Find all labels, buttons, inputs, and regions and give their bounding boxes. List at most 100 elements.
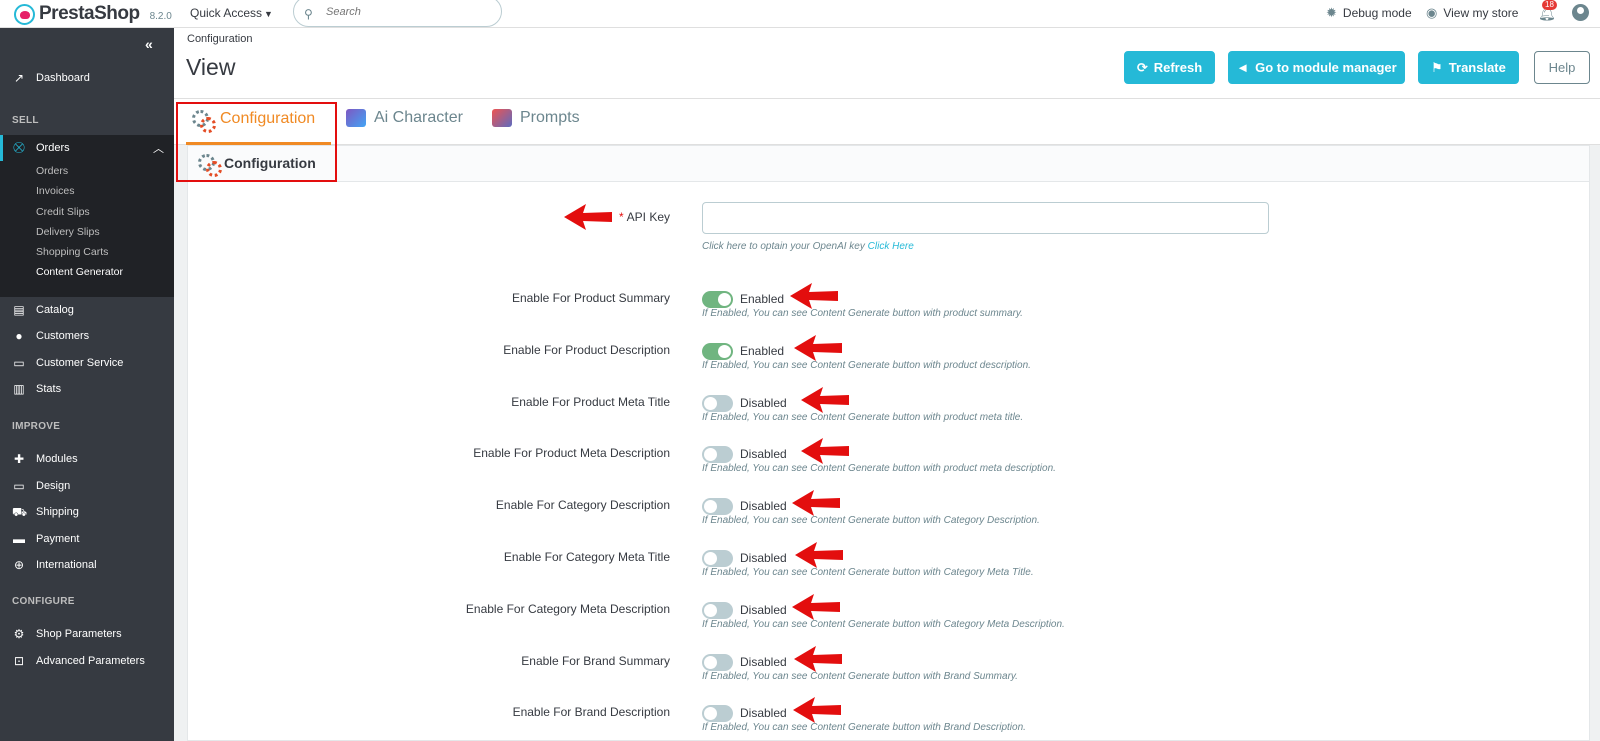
api-key-label-text: API Key: [626, 210, 670, 224]
sidebar-item-stats[interactable]: ▥ Stats: [0, 376, 174, 402]
toggle-switch[interactable]: [702, 601, 733, 619]
field-help-text: If Enabled, You can see Content Generate…: [702, 463, 1056, 475]
toggle-switch[interactable]: [702, 705, 733, 723]
sidebar-item-orders[interactable]: ⛒ Orders ︿: [0, 135, 174, 161]
field-help-text: If Enabled, You can see Content Generate…: [702, 722, 1026, 734]
bug-icon: ✹: [1326, 5, 1337, 20]
prestashop-logo[interactable]: PrestaShop 8.2.0: [14, 3, 172, 25]
api-key-label: * API Key: [619, 210, 670, 224]
toggle-switch[interactable]: [702, 446, 733, 464]
required-marker: *: [618, 210, 624, 224]
toggle-state-label: Disabled: [740, 499, 787, 514]
account-icon[interactable]: [1572, 4, 1589, 21]
sidebar-item-payment[interactable]: ▬ Payment: [0, 526, 174, 552]
tab-configuration[interactable]: Configuration: [192, 109, 315, 133]
sidebar-item-label: Advanced Parameters: [36, 655, 145, 667]
submenu-credit-slips[interactable]: Credit Slips: [36, 206, 90, 218]
sidebar-item-shipping[interactable]: ⛟ Shipping: [0, 499, 174, 525]
sidebar-item-catalog[interactable]: ▤ Catalog: [0, 297, 174, 323]
module-manager-button[interactable]: ◄ Go to module manager: [1228, 51, 1405, 84]
toggle-state-label: Disabled: [740, 706, 787, 721]
toggle-switch[interactable]: [702, 653, 733, 671]
annotation-arrow: [790, 283, 838, 309]
tab-label: Prompts: [520, 109, 580, 126]
search-input[interactable]: [326, 6, 486, 18]
caret-down-icon: ▼: [264, 9, 273, 19]
debug-mode-link[interactable]: ✹ Debug mode: [1326, 5, 1412, 21]
api-key-input[interactable]: [702, 202, 1269, 234]
submenu-content-generator[interactable]: Content Generator: [36, 266, 123, 278]
refresh-button[interactable]: ⟳ Refresh: [1124, 51, 1215, 84]
sidebar-item-label: Customer Service: [36, 357, 124, 369]
annotation-arrow: [795, 542, 843, 568]
collapse-sidebar-icon[interactable]: «: [145, 36, 153, 52]
sidebar-item-design[interactable]: ▭ Design: [0, 473, 174, 499]
quick-access-label: Quick Access: [190, 6, 263, 20]
orders-group: ⛒ Orders ︿ Orders Invoices Credit Slips De…: [0, 135, 174, 297]
sidebar-item-shop-parameters[interactable]: ⚙ Shop Parameters: [0, 621, 174, 647]
sidebar-item-label: Orders: [36, 142, 70, 154]
view-store-link[interactable]: ◉ View my store: [1426, 5, 1518, 21]
sidebar-item-advanced-parameters[interactable]: ⊡ Advanced Parameters: [0, 648, 174, 674]
app-name: PrestaShop: [39, 3, 140, 24]
chevron-up-icon: ︿: [153, 143, 164, 155]
submenu-delivery-slips[interactable]: Delivery Slips: [36, 226, 100, 238]
bar-chart-icon: ▥: [13, 382, 25, 396]
toggle-switch[interactable]: [702, 291, 733, 308]
api-help-text: Click here to optain your OpenAI key: [702, 241, 865, 252]
sidebar-item-label: Payment: [36, 533, 80, 545]
field-label: Enable For Brand Description: [512, 705, 670, 720]
toggle-state-label: Disabled: [740, 447, 787, 462]
annotation-arrow: [801, 387, 849, 413]
submenu-shopping-carts[interactable]: Shopping Carts: [36, 246, 108, 258]
toggle-state-label: Enabled: [740, 343, 785, 358]
search-box[interactable]: ⚲: [293, 0, 502, 27]
field-help-text: If Enabled, You can see Content Generate…: [702, 670, 1018, 682]
annotation-arrow: [794, 335, 842, 361]
submenu-invoices[interactable]: Invoices: [36, 185, 75, 197]
field-label: Enable For Category Meta Title: [503, 550, 670, 564]
app-version: 8.2.0: [149, 10, 172, 22]
help-button[interactable]: Help: [1534, 51, 1590, 84]
basket-icon: ⛒: [13, 141, 25, 154]
annotation-arrow: [564, 204, 612, 230]
toggle-state-label: Enabled: [740, 292, 785, 306]
toggle-state-label: Disabled: [740, 395, 787, 410]
sidebar-item-international[interactable]: ⊕ International: [0, 552, 174, 578]
scrollbar[interactable]: [1590, 145, 1600, 741]
field-label: Enable For Category Description: [495, 498, 670, 513]
sidebar-item-customer-service[interactable]: ▭ Customer Service: [0, 350, 174, 376]
toggle-switch[interactable]: [702, 342, 733, 360]
puzzle-icon: ✚: [13, 452, 25, 466]
help-label: Help: [1548, 60, 1576, 75]
refresh-icon: ⟳: [1136, 59, 1148, 75]
section-improve: IMPROVE: [12, 421, 61, 432]
breadcrumb[interactable]: Configuration: [187, 33, 252, 45]
toggle-switch[interactable]: [702, 498, 733, 516]
openai-key-link[interactable]: Click Here: [868, 241, 914, 252]
sidebar-item-label: Design: [36, 480, 71, 492]
quick-access-menu[interactable]: Quick Access ▼: [190, 6, 273, 20]
field-label: Enable For Category Meta Description: [465, 601, 670, 616]
sidebar-item-dashboard[interactable]: ↗ Dashboard: [0, 65, 174, 91]
toggle-knob: [704, 396, 717, 410]
trending-icon: ↗: [13, 71, 25, 85]
toggle-switch[interactable]: [702, 394, 733, 412]
gear-icon: ⚙: [13, 627, 25, 641]
flag-icon: ⚑: [1431, 59, 1443, 75]
sidebar-item-label: Stats: [36, 383, 62, 395]
translate-button[interactable]: ⚑ Translate: [1418, 51, 1519, 84]
back-arrow-icon: ◄: [1236, 60, 1250, 75]
submenu-orders[interactable]: Orders: [36, 165, 68, 177]
eye-icon: ◉: [1426, 5, 1438, 20]
api-key-help: Click here to optain your OpenAI key Cli…: [702, 241, 914, 252]
toggle-switch[interactable]: [702, 550, 733, 567]
sidebar-item-modules[interactable]: ✚ Modules: [0, 446, 174, 472]
field-help-text: If Enabled, You can see Content Generate…: [702, 515, 1040, 527]
tab-ai-character[interactable]: Ai Character: [346, 109, 463, 127]
sidebar-item-label: Shop Parameters: [36, 628, 122, 640]
top-bar: PrestaShop 8.2.0 Quick Access▼ ⚲ ✹ Debug …: [0, 0, 1600, 28]
tab-prompts[interactable]: Prompts: [492, 109, 580, 127]
sidebar-item-customers[interactable]: ● Customers: [0, 323, 174, 349]
store-icon: ▤: [13, 303, 25, 317]
